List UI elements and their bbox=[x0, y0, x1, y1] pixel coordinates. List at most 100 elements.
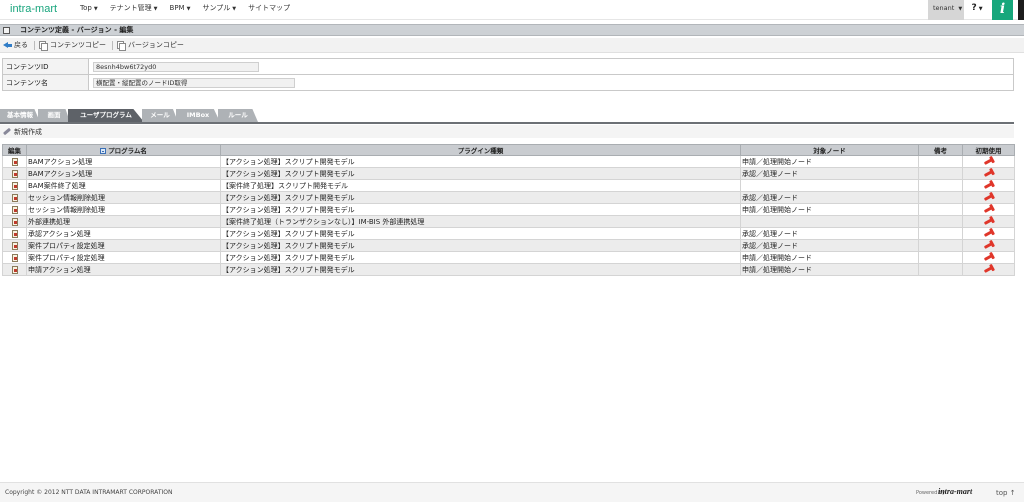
tenant-label: tenant bbox=[933, 4, 955, 12]
initial-use-cell bbox=[962, 191, 1015, 204]
nav-sitemap[interactable]: サイトマップ bbox=[242, 0, 296, 20]
initial-use-cell bbox=[962, 203, 1015, 216]
edit-cell bbox=[2, 263, 27, 276]
back-button[interactable]: 戻る bbox=[3, 40, 28, 50]
content-id-label: コンテンツID bbox=[2, 58, 89, 75]
chevron-down-icon: ▼ bbox=[958, 6, 963, 12]
tab-screen[interactable]: 画面 bbox=[38, 109, 70, 122]
edit-icon[interactable] bbox=[11, 181, 18, 190]
initial-use-cell bbox=[962, 227, 1015, 240]
chevron-down-icon: ▼ bbox=[153, 6, 158, 12]
target-node-cell: 申請／処理開始ノード bbox=[740, 251, 919, 264]
pin-icon bbox=[983, 230, 994, 237]
program-table: 編集 プログラム名 プラグイン種類 対象ノード 備考 初期使用 BAMアクション… bbox=[2, 144, 1015, 276]
edit-icon[interactable] bbox=[11, 265, 18, 274]
content-name-label: コンテンツ名 bbox=[2, 74, 89, 91]
plugin-type-cell: 【アクション処理】スクリプト開発モデル bbox=[220, 167, 741, 180]
tab-basic-info[interactable]: 基本情報 bbox=[0, 109, 40, 122]
sort-icon[interactable] bbox=[100, 148, 107, 154]
initial-use-cell bbox=[962, 155, 1015, 168]
table-row: BAM案件終了処理 【案件終了処理】スクリプト開発モデル bbox=[2, 179, 1015, 192]
help-menu[interactable]: ? ▼ bbox=[966, 0, 988, 20]
plugin-type-cell: 【アクション処理】スクリプト開発モデル bbox=[220, 239, 741, 252]
table-row: セッション情報削除処理 【アクション処理】スクリプト開発モデル 承認／処理ノード bbox=[2, 191, 1015, 204]
tenant-menu[interactable]: tenant ▼ bbox=[928, 0, 964, 20]
col-plugin-type: プラグイン種類 bbox=[220, 144, 741, 156]
note-cell bbox=[918, 251, 963, 264]
program-name-cell: 案件プロパティ設定処理 bbox=[26, 239, 221, 252]
tab-rule[interactable]: ルール bbox=[218, 109, 258, 122]
table-row: BAMアクション処理 【アクション処理】スクリプト開発モデル 承認／処理ノード bbox=[2, 167, 1015, 180]
nav-tenant-admin[interactable]: テナント管理 ▼ bbox=[104, 0, 164, 20]
pin-icon bbox=[983, 266, 994, 273]
edit-cell bbox=[2, 179, 27, 192]
col-target-node: 対象ノード bbox=[740, 144, 919, 156]
program-name-cell: 案件プロパティ設定処理 bbox=[26, 251, 221, 264]
new-button[interactable]: 新規作成 bbox=[14, 127, 42, 137]
edit-icon[interactable] bbox=[11, 229, 18, 238]
edit-cell bbox=[2, 191, 27, 204]
target-node-cell bbox=[740, 215, 919, 228]
chevron-down-icon: ▼ bbox=[232, 6, 237, 12]
note-cell bbox=[918, 203, 963, 216]
target-node-cell bbox=[740, 179, 919, 192]
col-program-name[interactable]: プログラム名 bbox=[26, 144, 221, 156]
target-node-cell: 承認／処理ノード bbox=[740, 239, 919, 252]
back-to-top-link[interactable]: top ↑ bbox=[996, 489, 1016, 497]
edit-icon[interactable] bbox=[11, 253, 18, 262]
initial-use-cell bbox=[962, 179, 1015, 192]
toolbar: 戻る コンテンツコピー バージョンコピー bbox=[0, 38, 1024, 53]
version-copy-button[interactable]: バージョンコピー bbox=[117, 40, 184, 51]
chevron-down-icon: ▼ bbox=[93, 6, 98, 12]
target-node-cell: 承認／処理ノード bbox=[740, 227, 919, 240]
initial-use-cell bbox=[962, 239, 1015, 252]
tab-user-program[interactable]: ユーザプログラム bbox=[68, 109, 144, 122]
edit-icon[interactable] bbox=[11, 193, 18, 202]
nav-top[interactable]: Top ▼ bbox=[74, 0, 104, 20]
page-title: コンテンツ定義 - バージョン - 編集 bbox=[20, 26, 134, 34]
footer-logo: intra-mart bbox=[938, 487, 973, 496]
col-edit: 編集 bbox=[2, 144, 27, 156]
toolbar-divider bbox=[112, 40, 113, 50]
arrow-left-icon bbox=[3, 41, 12, 49]
content-copy-label: コンテンツコピー bbox=[50, 41, 106, 49]
logo[interactable]: intra-mart bbox=[10, 3, 57, 15]
plugin-type-cell: 【案件終了処理（トランザクションなし）】IM-BIS 外部連携処理 bbox=[220, 215, 741, 228]
edit-icon[interactable] bbox=[11, 169, 18, 178]
col-initial-use: 初期使用 bbox=[962, 144, 1015, 156]
nav-bpm[interactable]: BPM ▼ bbox=[164, 0, 197, 20]
tab-mail[interactable]: メール bbox=[142, 109, 178, 122]
program-name-cell: セッション情報削除処理 bbox=[26, 191, 221, 204]
program-name-cell: BAMアクション処理 bbox=[26, 155, 221, 168]
pin-icon bbox=[983, 194, 994, 201]
content-name-value: 横配置・縦配置のノードID取得 bbox=[93, 77, 295, 88]
edit-cell bbox=[2, 167, 27, 180]
plugin-type-cell: 【アクション処理】スクリプト開発モデル bbox=[220, 227, 741, 240]
program-name-cell: セッション情報削除処理 bbox=[26, 203, 221, 216]
edit-icon[interactable] bbox=[11, 241, 18, 250]
nav-sample[interactable]: サンプル ▼ bbox=[196, 0, 242, 20]
edit-cell bbox=[2, 251, 27, 264]
tab-imbox[interactable]: IMBox bbox=[176, 109, 220, 122]
nav-bpm-label: BPM bbox=[169, 4, 185, 12]
info-icon[interactable]: i bbox=[992, 0, 1013, 20]
version-copy-label: バージョンコピー bbox=[128, 41, 184, 49]
content-name-row: コンテンツ名 横配置・縦配置のノードID取得 bbox=[2, 74, 1014, 91]
col-program-name-label: プログラム名 bbox=[108, 147, 147, 155]
edit-icon[interactable] bbox=[11, 217, 18, 226]
content-copy-button[interactable]: コンテンツコピー bbox=[39, 40, 106, 51]
pin-icon bbox=[983, 218, 994, 225]
table-header-row: 編集 プログラム名 プラグイン種類 対象ノード 備考 初期使用 bbox=[2, 144, 1015, 156]
col-note: 備考 bbox=[918, 144, 963, 156]
initial-use-cell bbox=[962, 167, 1015, 180]
edit-icon[interactable] bbox=[11, 157, 18, 166]
top-navbar: intra-mart Top ▼ テナント管理 ▼ BPM ▼ サンプル ▼ サイトマッ… bbox=[0, 0, 1024, 20]
edit-icon[interactable] bbox=[11, 205, 18, 214]
pin-icon bbox=[983, 170, 994, 177]
sub-toolbar: 新規作成 bbox=[0, 125, 1014, 138]
table-row: 案件プロパティ設定処理 【アクション処理】スクリプト開発モデル 申請／処理開始ノ… bbox=[2, 251, 1015, 264]
plugin-type-cell: 【アクション処理】スクリプト開発モデル bbox=[220, 263, 741, 276]
content-id-cell: 8esnh4bw6t72yd0 bbox=[88, 58, 1014, 75]
note-cell bbox=[918, 263, 963, 276]
table-row: セッション情報削除処理 【アクション処理】スクリプト開発モデル 申請／処理開始ノ… bbox=[2, 203, 1015, 216]
